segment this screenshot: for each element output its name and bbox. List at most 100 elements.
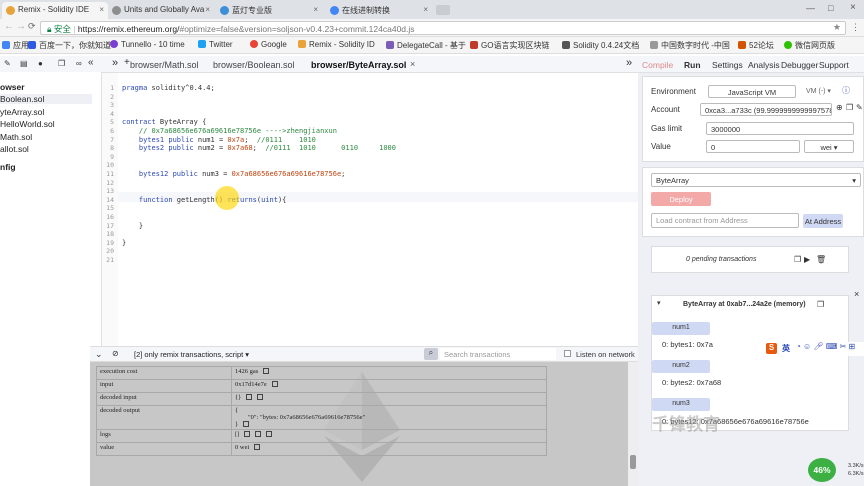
copy-icon[interactable] — [255, 431, 262, 437]
code-line[interactable]: } — [122, 222, 143, 230]
ime-mode[interactable]: 英 — [782, 343, 790, 354]
function-button-num1[interactable]: num1 — [652, 322, 710, 335]
folder-config[interactable]: nfig — [0, 162, 16, 172]
back-icon[interactable]: ← — [4, 21, 14, 32]
code-line[interactable]: // 0x7a68656e676a69616e78756e ---->zheng… — [122, 127, 337, 135]
bookmark-twitter[interactable]: Twitter — [198, 40, 233, 49]
bookmark-baidu[interactable]: 百度一下，你就知道 — [28, 40, 111, 51]
copy-address-icon[interactable]: ❐ — [817, 300, 824, 309]
open-folder-icon[interactable]: ▤ — [20, 59, 28, 68]
tab-run[interactable]: Run — [684, 60, 701, 70]
listen-checkbox[interactable] — [564, 350, 571, 357]
scrollbar-thumb[interactable] — [630, 455, 636, 469]
info-icon[interactable]: ⓘ — [842, 85, 850, 96]
contract-select[interactable]: ByteArray ▾ — [651, 173, 861, 187]
browser-tab-converter[interactable]: 在线进制转换 × — [326, 2, 432, 19]
at-address-button[interactable]: At Address — [803, 214, 843, 228]
bookmark-solidity-docs[interactable]: Solidity 0.4.24文档 — [562, 40, 639, 51]
reload-icon[interactable]: ⟳ — [28, 21, 36, 32]
code-line[interactable]: bytes1 public num1 = 0x7a; //0111 1010 — [122, 136, 316, 144]
link-icon[interactable]: ∞ — [76, 59, 82, 68]
close-icon[interactable]: × — [99, 5, 104, 14]
value-unit-select[interactable]: wei ▾ — [804, 140, 854, 153]
copy-icon[interactable] — [266, 431, 273, 437]
expand-right-icon[interactable]: » — [626, 57, 632, 69]
close-icon[interactable]: × — [313, 5, 318, 14]
ime-tools-icon[interactable]: ◔ ☺ 🎤︎ ⌨ ✂ ⊞ — [796, 342, 855, 351]
search-icon[interactable]: ⌕ — [424, 348, 438, 360]
tab-support[interactable]: Support — [819, 60, 849, 70]
bookmark-52pojie[interactable]: 52论坛 — [738, 40, 774, 51]
star-icon[interactable]: ★ — [833, 22, 841, 33]
menu-icon[interactable]: ⋮ — [851, 22, 860, 33]
copy-account-icon[interactable]: ❐ — [846, 103, 853, 112]
browser-tab-lantern[interactable]: 蓝灯专业版 × — [216, 2, 322, 19]
bookmark-wechat[interactable]: 微信网页版 — [784, 40, 835, 51]
play-icon[interactable]: ▶ — [804, 255, 810, 264]
environment-select[interactable]: JavaScript VM — [708, 85, 796, 98]
bookmark-remix[interactable]: Remix - Solidity ID — [298, 40, 375, 49]
code-line[interactable]: bytes2 public num2 = 0x7a68; //0111 1010… — [122, 144, 396, 152]
maximize-icon[interactable]: □ — [828, 3, 833, 13]
code-line[interactable]: function getLength() returns(uint){ — [122, 196, 287, 204]
function-button-num2[interactable]: num2 — [652, 360, 710, 373]
close-icon[interactable]: × — [205, 5, 210, 14]
deploy-button[interactable]: Deploy — [651, 192, 711, 206]
add-account-icon[interactable]: ⊕ — [836, 103, 843, 112]
file-item[interactable]: allot.sol — [0, 144, 29, 154]
tab-analysis[interactable]: Analysis — [748, 60, 780, 70]
at-address-input[interactable]: Load contract from Address — [651, 213, 799, 228]
file-item[interactable]: Boolean.sol — [0, 94, 92, 104]
terminal-scrollbar[interactable] — [628, 362, 638, 486]
trash-icon[interactable]: 🗑︎ — [816, 255, 826, 264]
new-tab-button[interactable] — [436, 5, 450, 15]
bookmark-china-digital[interactable]: 中国数字时代 -中国 — [650, 40, 730, 51]
clear-terminal-icon[interactable]: ⊘ — [112, 349, 119, 358]
expand-left-icon[interactable]: » — [112, 57, 118, 69]
transaction-filter-select[interactable]: [2] only remix transactions, script ▾ — [134, 350, 249, 359]
copy-icon[interactable] — [243, 421, 250, 427]
value-input[interactable]: 0 — [706, 140, 800, 153]
bookmark-delegatecall[interactable]: DelegateCall - 基于 — [386, 40, 466, 51]
bookmark-google[interactable]: Google — [250, 40, 287, 49]
tab-boolean-sol[interactable]: browser/Boolean.sol — [213, 60, 295, 70]
account-select[interactable]: 0xca3...a733c (99.9999999999997578 — [700, 103, 832, 116]
browser-tab-units[interactable]: Units and Globally Ava × — [108, 2, 214, 19]
url-input[interactable]: 🔒︎ 安全 | https://remix.ethereum.org/#opti… — [40, 21, 846, 35]
copy-icon[interactable] — [271, 381, 278, 387]
remove-instance-icon[interactable]: × — [854, 289, 859, 299]
folder-browser[interactable]: owser — [0, 82, 25, 92]
file-item[interactable]: HelloWorld.sol — [0, 119, 55, 129]
collapse-icon[interactable]: « — [88, 57, 94, 68]
copy-icon[interactable]: ❐ — [794, 255, 801, 264]
copy-icon[interactable]: ❐ — [58, 59, 65, 68]
tab-bytearray-sol[interactable]: browser/ByteArray.sol — [311, 60, 406, 70]
window-close-icon[interactable]: × — [850, 2, 856, 13]
copy-icon[interactable] — [244, 431, 251, 437]
close-icon[interactable]: × — [423, 5, 428, 14]
tab-math-sol[interactable]: browser/Math.sol — [130, 60, 199, 70]
bookmark-apps[interactable]: 应用 — [2, 40, 29, 51]
copy-icon[interactable] — [254, 444, 261, 450]
tab-close-icon[interactable]: × — [410, 59, 415, 69]
tab-settings[interactable]: Settings — [712, 60, 743, 70]
browser-tab-remix[interactable]: Remix - Solidity IDE × — [2, 2, 108, 19]
collapse-terminal-icon[interactable]: ⌄ — [95, 349, 103, 360]
code-line[interactable]: } — [122, 239, 126, 247]
bookmark-go-blockchain[interactable]: GO语言实现区块链 — [470, 40, 549, 51]
bookmark-tunnello[interactable]: Tunnello - 10 time — [110, 40, 185, 49]
tab-compile[interactable]: Compile — [642, 60, 673, 70]
chevron-down-icon[interactable]: ▾ — [657, 299, 661, 307]
copy-icon[interactable] — [263, 368, 270, 374]
new-file-icon[interactable]: ✎ — [4, 59, 11, 68]
search-transactions-input[interactable]: Search transactions — [440, 348, 556, 360]
file-item[interactable]: yteArray.sol — [0, 107, 44, 117]
gas-limit-input[interactable]: 3000000 — [706, 122, 854, 135]
code-line[interactable]: bytes12 public num3 = 0x7a68656e676a6961… — [122, 170, 346, 178]
sogou-icon[interactable]: S — [766, 343, 777, 354]
forward-icon[interactable]: → — [16, 21, 26, 32]
tab-debugger[interactable]: Debugger — [781, 60, 818, 70]
minimize-icon[interactable]: — — [806, 3, 815, 13]
code-line[interactable]: pragma solidity^0.4.4; — [122, 84, 215, 92]
copy-icon[interactable] — [257, 394, 264, 400]
